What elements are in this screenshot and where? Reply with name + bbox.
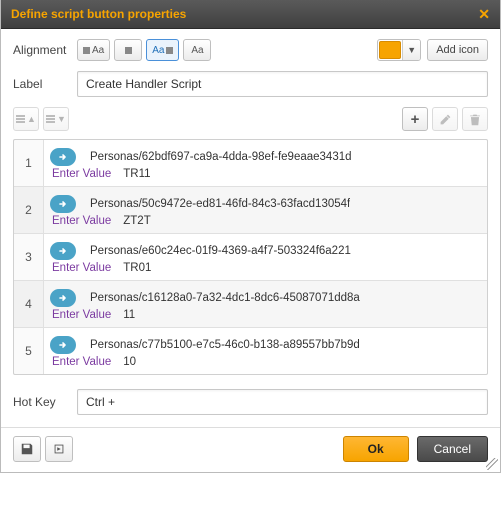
step-value: ZT2T [123,215,150,227]
step-index: 5 [14,328,44,374]
align-icon-only-button[interactable] [114,39,142,61]
alignment-group: Aa Aa Aa [77,39,211,61]
script-steps-list: 1 Personas/62bdf697-ca9a-4dda-98ef-fe9eaa… [13,139,488,375]
step-value: TR01 [123,262,151,274]
alignment-label: Alignment [13,43,77,57]
label-input[interactable] [77,71,488,97]
close-icon[interactable]: ✕ [478,8,490,20]
step-target-path: Personas/50c9472e-ed81-46fd-84c3-63facd1… [90,198,350,210]
dialog-footer: Ok Cancel [1,427,500,472]
trash-icon [469,113,481,126]
step-type-icon [50,148,76,166]
save-button[interactable] [13,436,41,462]
edit-step-button[interactable] [432,107,458,131]
script-button-properties-dialog: Define script button properties ✕ Alignm… [0,0,501,473]
plus-icon: + [411,111,420,128]
reset-button[interactable] [45,436,73,462]
script-step-row[interactable]: 3 Personas/e60c24ec-01f9-4369-a4f7-503324… [14,234,487,281]
step-index: 3 [14,234,44,280]
label-row: Label [13,71,488,97]
step-target-path: Personas/c77b5100-e7c5-46c0-b138-a89557b… [90,339,360,351]
label-field-label: Label [13,77,77,91]
align-icon-text-button[interactable]: Aa [77,39,110,61]
alignment-row: Alignment Aa Aa Aa ▼ Add icon [13,39,488,61]
enter-value-label: Enter Value [50,168,111,180]
script-step-row[interactable]: 4 Personas/c16128a0-7a32-4dc1-8dc6-450870… [14,281,487,328]
arrow-down-icon: ▼ [57,114,66,124]
enter-value-label: Enter Value [50,215,111,227]
revert-icon [52,442,66,456]
chevron-down-icon: ▼ [402,40,420,60]
step-value: 11 [123,309,135,321]
align-text-only-button[interactable]: Aa [183,39,211,61]
arrow-right-icon [56,198,70,210]
script-step-row[interactable]: 1 Personas/62bdf697-ca9a-4dda-98ef-fe9eaa… [14,140,487,187]
cancel-button[interactable]: Cancel [417,436,488,462]
enter-value-label: Enter Value [50,356,111,368]
move-down-button[interactable]: ▼ [43,107,69,131]
arrow-right-icon [56,339,70,351]
ok-button[interactable]: Ok [343,436,409,462]
pencil-icon [439,113,452,126]
enter-value-label: Enter Value [50,309,111,321]
step-type-icon [50,336,76,354]
step-value: 10 [123,356,136,368]
script-step-row[interactable]: 5 Personas/c77b5100-e7c5-46c0-b138-a89557… [14,328,487,374]
step-type-icon [50,242,76,260]
move-up-button[interactable]: ▲ [13,107,39,131]
floppy-disk-icon [20,442,34,456]
add-step-button[interactable]: + [402,107,428,131]
square-icon [166,47,173,54]
hotkey-row: Hot Key [13,389,488,415]
step-index: 4 [14,281,44,327]
enter-value-label: Enter Value [50,262,111,274]
arrow-right-icon [56,245,70,257]
list-lines-icon [46,115,55,123]
step-target-path: Personas/c16128a0-7a32-4dc1-8dc6-4508707… [90,292,360,304]
align-text-icon-button[interactable]: Aa [146,39,179,61]
list-toolbar: ▲ ▼ + [13,107,488,131]
color-swatch-icon [379,41,401,59]
dialog-title: Define script button properties [11,7,186,21]
square-icon [125,47,132,54]
delete-step-button[interactable] [462,107,488,131]
arrow-right-icon [56,151,70,163]
dialog-titlebar: Define script button properties ✕ [1,0,500,29]
arrow-right-icon [56,292,70,304]
hotkey-label: Hot Key [13,395,77,409]
step-target-path: Personas/62bdf697-ca9a-4dda-98ef-fe9eaae… [90,151,352,163]
step-index: 1 [14,140,44,186]
step-value: TR11 [123,168,150,180]
square-icon [83,47,90,54]
step-target-path: Personas/e60c24ec-01f9-4369-a4f7-503324f… [90,245,351,257]
script-step-row[interactable]: 2 Personas/50c9472e-ed81-46fd-84c3-63facd… [14,187,487,234]
step-index: 2 [14,187,44,233]
step-type-icon [50,195,76,213]
resize-grip-icon[interactable] [486,458,498,470]
color-dropdown[interactable]: ▼ [377,39,421,61]
hotkey-input[interactable] [77,389,488,415]
step-type-icon [50,289,76,307]
list-lines-icon [16,115,25,123]
add-icon-button[interactable]: Add icon [427,39,488,61]
arrow-up-icon: ▲ [27,114,36,124]
